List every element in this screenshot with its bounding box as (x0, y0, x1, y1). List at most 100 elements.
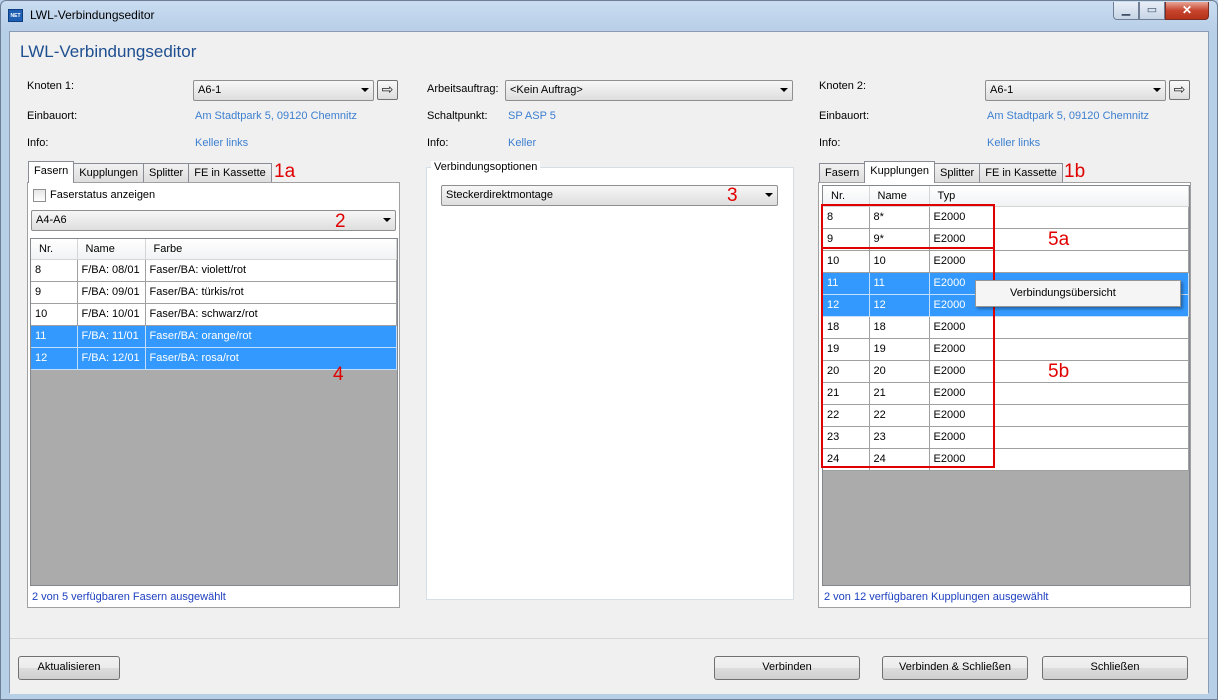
right-tab-panel: Nr. Name Typ 8 8* E2000 9 9* E2000 10 10 E2000 11… (818, 182, 1191, 608)
info2-value[interactable]: Keller links (987, 137, 1040, 149)
annotation-box-5a (821, 204, 995, 249)
left-status-text: 2 von 5 verfügbaren Fasern ausgewählt (32, 591, 226, 603)
arrow-right-icon: ⇨ (381, 81, 394, 97)
annotation-box-5b (821, 247, 995, 468)
chevron-down-icon (765, 193, 773, 197)
tab-fe-kassette-left[interactable]: FE in Kassette (188, 163, 272, 183)
minimize-button[interactable]: ▁ (1113, 2, 1139, 20)
window-controls: ▁ ▭ ✕ (1113, 2, 1209, 20)
table-cell-nr: 12 (31, 347, 78, 370)
tab-kupplungen-right[interactable]: Kupplungen (864, 161, 935, 183)
verbindungsoptionen-group: Verbindungsoptionen Steckerdirektmontage… (426, 161, 794, 600)
context-menu: Verbindungsübersicht (975, 280, 1181, 307)
info1-value[interactable]: Keller links (195, 137, 248, 149)
app-window: NET LWL-Verbindungseditor ▁ ▭ ✕ LWL-Verb… (0, 0, 1218, 700)
verbinden-button[interactable]: Verbinden (714, 656, 860, 680)
table-cell-name: F/BA: 11/01 (77, 325, 146, 348)
verbindungsoptionen-title: Verbindungsoptionen (431, 161, 541, 173)
maximize-button[interactable]: ▭ (1139, 2, 1165, 20)
column-header-name[interactable]: Name (77, 239, 146, 260)
tab-fasern-left[interactable]: Fasern (28, 161, 75, 183)
faserstatus-checkbox[interactable] (33, 189, 46, 202)
fasern-grid[interactable]: Nr. Name Farbe 8 F/BA: 08/01 Faser/BA: vio… (30, 238, 398, 586)
chevron-down-icon (1153, 88, 1161, 92)
table-cell-nr: 9 (31, 281, 78, 304)
verbinden-schliessen-button[interactable]: Verbinden & Schließen (882, 656, 1028, 680)
table-cell-name: F/BA: 10/01 (77, 303, 146, 326)
tab-kupplungen-left[interactable]: Kupplungen (73, 163, 144, 183)
table-cell-farbe: Faser/BA: türkis/rot (145, 281, 397, 304)
footer-bar: Aktualisieren Verbinden Verbinden & Schl… (10, 638, 1208, 694)
knoten2-nav-button[interactable]: ⇨ (1169, 80, 1190, 100)
table-row[interactable]: 8 F/BA: 08/01 Faser/BA: violett/rot (31, 259, 397, 282)
context-menu-verbindungsuebersicht[interactable]: Verbindungsübersicht (978, 283, 1178, 304)
einbauort1-value[interactable]: Am Stadtpark 5, 09120 Chemnitz (195, 110, 357, 122)
auftrag-select[interactable]: <Kein Auftrag> (505, 80, 793, 101)
knoten1-label: Knoten 1: (27, 80, 75, 92)
close-button[interactable]: ✕ (1165, 2, 1209, 20)
minimize-icon: ▁ (1121, 4, 1131, 16)
table-cell-nr: 8 (31, 259, 78, 282)
knoten1-nav-button[interactable]: ⇨ (377, 80, 398, 100)
client-area: LWL-Verbindungseditor Knoten 1: A6-1 ⇨ E… (9, 31, 1209, 694)
annotation-1b: 1b (1064, 161, 1086, 182)
column-header-typ[interactable]: Typ (929, 186, 1189, 207)
table-row[interactable]: 11 F/BA: 11/01 Faser/BA: orange/rot (31, 325, 397, 348)
table-cell-farbe: Faser/BA: orange/rot (145, 325, 397, 348)
info-middle-label: Info: (427, 137, 449, 149)
faserstatus-label: Faserstatus anzeigen (50, 189, 156, 201)
left-tab-panel: Faserstatus anzeigen A4-A6 2 Nr. Name Fa… (27, 182, 400, 608)
column-header-nr[interactable]: Nr. (823, 186, 870, 207)
column-header-name[interactable]: Name (869, 186, 930, 207)
table-cell-farbe: Faser/BA: violett/rot (145, 259, 397, 282)
maximize-icon: ▭ (1146, 4, 1158, 16)
annotation-1a: 1a (274, 161, 296, 182)
column-header-farbe[interactable]: Farbe (145, 239, 397, 260)
table-cell-name: F/BA: 09/01 (77, 281, 146, 304)
schaltpunkt-value[interactable]: SP ASP 5 (508, 110, 556, 122)
knoten1-value: A6-1 (198, 84, 222, 96)
cable-value: A4-A6 (36, 214, 67, 226)
knoten2-label: Knoten 2: (819, 80, 867, 92)
table-cell-nr: 11 (31, 325, 78, 348)
close-icon: ✕ (1181, 3, 1193, 17)
chevron-down-icon (383, 218, 391, 222)
einbauort2-value[interactable]: Am Stadtpark 5, 09120 Chemnitz (987, 110, 1149, 122)
knoten1-select[interactable]: A6-1 (193, 80, 374, 101)
einbauort1-label: Einbauort: (27, 110, 78, 122)
aktualisieren-button[interactable]: Aktualisieren (18, 656, 120, 680)
tab-splitter-left[interactable]: Splitter (142, 163, 190, 183)
title-bar: NET LWL-Verbindungseditor ▁ ▭ ✕ (1, 1, 1217, 29)
table-cell-farbe: Faser/BA: schwarz/rot (145, 303, 397, 326)
table-cell-farbe: Faser/BA: rosa/rot (145, 347, 397, 370)
tab-splitter-right[interactable]: Splitter (933, 163, 981, 183)
table-row[interactable]: 9 F/BA: 09/01 Faser/BA: türkis/rot (31, 281, 397, 304)
right-tabstrip: Fasern Kupplungen Splitter FE in Kassett… (819, 161, 1063, 183)
knoten2-select[interactable]: A6-1 (985, 80, 1166, 101)
info-middle-value[interactable]: Keller (508, 137, 536, 149)
window-title: LWL-Verbindungseditor (30, 8, 155, 22)
chevron-down-icon (361, 88, 369, 92)
table-cell-nr: 10 (31, 303, 78, 326)
arrow-right-icon: ⇨ (1173, 81, 1186, 97)
fasern-table: Nr. Name Farbe 8 F/BA: 08/01 Faser/BA: vio… (31, 239, 397, 370)
chevron-down-icon (780, 88, 788, 92)
schliessen-button[interactable]: Schließen (1042, 656, 1188, 680)
annotation-3: 3 (727, 185, 738, 206)
verbindungsoption-value: Steckerdirektmontage (446, 189, 553, 201)
left-tabstrip: Fasern Kupplungen Splitter FE in Kassett… (28, 161, 272, 183)
annotation-5a: 5a (1048, 229, 1070, 250)
info2-label: Info: (819, 137, 841, 149)
auftrag-value: <Kein Auftrag> (510, 84, 583, 96)
tab-fasern-right[interactable]: Fasern (819, 163, 866, 183)
app-icon: NET (8, 9, 23, 22)
table-cell-name: F/BA: 08/01 (77, 259, 146, 282)
column-header-nr[interactable]: Nr. (31, 239, 78, 260)
annotation-4: 4 (333, 364, 344, 385)
tab-fe-kassette-right[interactable]: FE in Kassette (979, 163, 1063, 183)
schaltpunkt-label: Schaltpunkt: (427, 110, 488, 122)
annotation-2: 2 (335, 211, 346, 232)
auftrag-label: Arbeitsauftrag: (427, 83, 499, 95)
table-row[interactable]: 10 F/BA: 10/01 Faser/BA: schwarz/rot (31, 303, 397, 326)
right-status-text: 2 von 12 verfügbaren Kupplungen ausgewäh… (824, 591, 1049, 603)
